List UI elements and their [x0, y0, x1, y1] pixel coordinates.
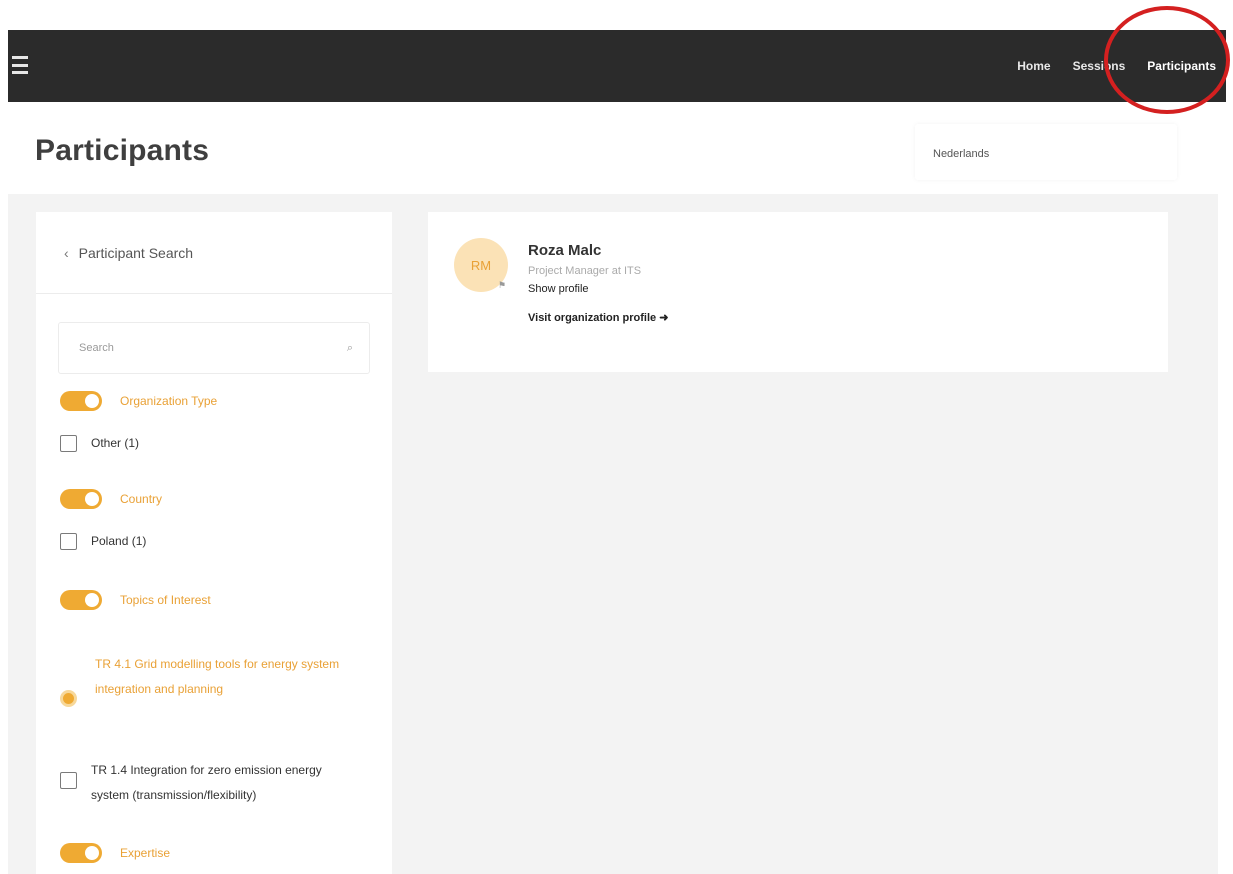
- topics-toggle[interactable]: [60, 590, 102, 610]
- flag-icon: ⚑: [498, 280, 507, 290]
- checkbox-label: TR 1.4 Integration for zero emission ene…: [91, 763, 322, 802]
- checkbox-label: Poland (1): [91, 534, 147, 548]
- page-title: Participants: [35, 134, 210, 167]
- nav-participants[interactable]: Participants: [1147, 59, 1216, 73]
- menu-icon[interactable]: [12, 56, 28, 74]
- participant-search-title: Participant Search: [78, 244, 194, 261]
- visit-organization-link[interactable]: Visit organization profile ➜: [528, 311, 668, 324]
- other-checkbox[interactable]: [60, 434, 77, 452]
- nav-home[interactable]: Home: [1017, 59, 1050, 73]
- checkbox-label: Other (1): [91, 436, 140, 450]
- nav-sessions[interactable]: Sessions: [1073, 59, 1126, 73]
- top-navigation-bar: Home Sessions Participants: [8, 30, 1226, 102]
- show-profile-link[interactable]: Show profile: [528, 283, 668, 295]
- filter-topics-of-interest: Topics of Interest: [60, 588, 350, 612]
- participant-search-header[interactable]: ‹ Participant Search: [36, 212, 392, 294]
- filter-organization-type: Organization Type: [60, 390, 217, 412]
- filter-option-other: Other (1): [60, 432, 139, 454]
- expertise-toggle[interactable]: [60, 843, 102, 863]
- tr14-checkbox[interactable]: [60, 772, 77, 789]
- participant-card: RM ⚑ Roza Malc Project Manager at ITS Sh…: [428, 212, 1168, 372]
- filter-label: Country: [120, 492, 163, 506]
- search-input[interactable]: Search ⌕: [58, 322, 370, 374]
- filter-label: Topics of Interest: [120, 593, 211, 607]
- organization-type-toggle[interactable]: [60, 391, 102, 411]
- filter-option-tr14: TR 1.4 Integration for zero emission ene…: [60, 758, 341, 808]
- participant-info: Roza Malc Project Manager at ITS Show pr…: [528, 242, 668, 324]
- search-placeholder: Search: [79, 342, 114, 354]
- filter-label: TR 4.1 Grid modelling tools for energy s…: [95, 657, 340, 696]
- filter-label: Expertise: [120, 846, 171, 860]
- participant-name[interactable]: Roza Malc: [528, 242, 668, 259]
- country-toggle[interactable]: [60, 489, 102, 509]
- filter-expertise: Expertise: [60, 842, 170, 864]
- visit-organization-label: Visit organization profile: [528, 312, 657, 324]
- main-nav: Home Sessions Participants: [1017, 30, 1216, 102]
- filter-country: Country: [60, 488, 162, 510]
- chevron-left-icon: ‹: [64, 244, 69, 261]
- filter-label: Organization Type: [120, 394, 218, 408]
- tr41-radio[interactable]: [60, 690, 77, 707]
- arrow-right-icon: ➜: [659, 312, 669, 324]
- participant-role: Project Manager at ITS: [528, 265, 642, 277]
- search-icon: ⌕: [346, 341, 353, 354]
- poland-checkbox[interactable]: [60, 532, 77, 550]
- filter-option-tr41: TR 4.1 Grid modelling tools for energy s…: [60, 652, 345, 707]
- filter-option-poland: Poland (1): [60, 530, 146, 552]
- language-select[interactable]: Nederlands: [915, 124, 1177, 180]
